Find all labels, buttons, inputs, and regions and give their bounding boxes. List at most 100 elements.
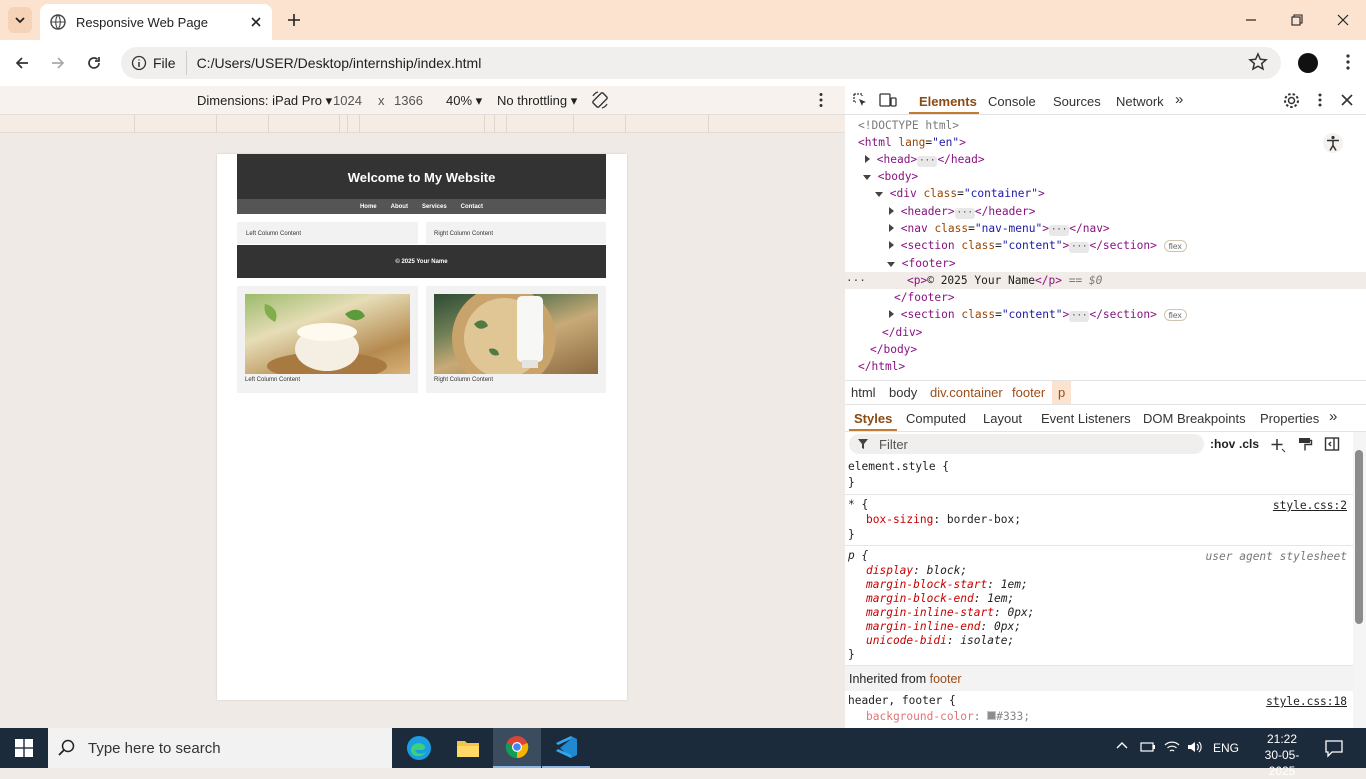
show-hidden-icons[interactable]	[1116, 740, 1128, 752]
media-query-ruler[interactable]	[0, 115, 845, 133]
css-property[interactable]: margin-inline-end: 0px;	[866, 620, 1021, 634]
reload-button[interactable]	[82, 51, 106, 75]
header-node[interactable]: <header> ··· </header>	[889, 203, 1036, 220]
css-property[interactable]: margin-block-start: 1em;	[866, 578, 1028, 592]
html-node[interactable]: <html lang="en">	[858, 134, 966, 151]
more-tabs-icon[interactable]: »	[1175, 91, 1183, 108]
device-toolbar-icon[interactable]	[879, 92, 897, 108]
clock[interactable]: 21:22 30-05-2025	[1252, 731, 1312, 779]
vscode-taskbar-icon[interactable]	[542, 728, 590, 768]
url-text[interactable]: C:/Users/USER/Desktop/internship/index.h…	[197, 55, 482, 71]
throttling-select[interactable]: No throttling ▾	[497, 93, 577, 109]
browser-tab[interactable]: Responsive Web Page	[40, 4, 272, 40]
header-footer-selector[interactable]: header, footer {	[848, 694, 956, 708]
close-icon[interactable]	[1340, 93, 1354, 107]
nav-link-services[interactable]: Services	[422, 204, 447, 210]
selected-dom-row[interactable]: ··· <p>© 2025 Your Name</p> == $0	[845, 272, 1366, 289]
head-node[interactable]: <head> ··· </head>	[865, 151, 985, 168]
nav-link-home[interactable]: Home	[360, 204, 377, 210]
address-bar[interactable]: File C:/Users/USER/Desktop/internship/in…	[121, 47, 1281, 79]
css-property[interactable]: margin-inline-start: 0px;	[866, 606, 1034, 620]
device-select[interactable]: Dimensions: iPad Pro ▾	[197, 93, 332, 109]
color-swatch[interactable]	[987, 711, 997, 720]
body-close-node[interactable]: </body>	[870, 341, 917, 358]
breadcrumb-body[interactable]: body	[889, 385, 917, 400]
css-property[interactable]: unicode-bidi: isolate;	[866, 634, 1014, 648]
tab-event-listeners[interactable]: Event Listeners	[1041, 411, 1131, 426]
edge-taskbar-icon[interactable]	[395, 728, 443, 768]
element-style-selector[interactable]: element.style {	[848, 460, 949, 474]
section-node-2[interactable]: <section class="content"> ··· </section> f…	[889, 306, 1187, 323]
css-property[interactable]: margin-block-end: 1em;	[866, 592, 1014, 606]
scrollbar-thumb[interactable]	[1355, 450, 1363, 624]
universal-selector[interactable]: * {	[848, 498, 868, 512]
accessibility-icon[interactable]	[1322, 132, 1344, 154]
start-button[interactable]	[0, 728, 48, 768]
css-property[interactable]: background-color: #333;	[866, 710, 1030, 724]
bookmark-button[interactable]	[1248, 52, 1268, 72]
hov-toggle[interactable]: :hov	[1210, 437, 1235, 451]
more-vertical-icon[interactable]	[812, 91, 830, 109]
flex-badge[interactable]: flex	[1163, 240, 1187, 252]
gear-icon[interactable]	[1283, 92, 1300, 109]
restore-button[interactable]	[1274, 0, 1320, 40]
back-button[interactable]	[10, 51, 34, 75]
profile-avatar[interactable]	[1298, 53, 1318, 73]
tab-console[interactable]: Console	[988, 94, 1036, 109]
css-property[interactable]: display: block;	[866, 564, 967, 578]
style-source-link[interactable]: style.css:18	[1266, 695, 1347, 708]
breadcrumb-footer[interactable]: footer	[1012, 385, 1045, 400]
forward-button[interactable]	[46, 51, 70, 75]
body-node[interactable]: <body>	[863, 168, 918, 185]
nav-link-about[interactable]: About	[391, 204, 408, 210]
sidebar-toggle-icon[interactable]	[1324, 436, 1340, 452]
tab-search-button[interactable]	[8, 7, 32, 33]
wifi-icon[interactable]	[1164, 740, 1180, 754]
new-tab-button[interactable]	[282, 8, 306, 32]
paint-roller-icon[interactable]	[1297, 436, 1313, 452]
tab-dom-breakpoints[interactable]: DOM Breakpoints	[1143, 411, 1246, 426]
p-node[interactable]: <p>© 2025 Your Name</p> == $0	[907, 272, 1102, 289]
tab-network[interactable]: Network	[1116, 94, 1164, 109]
language-indicator[interactable]: ENG	[1213, 741, 1239, 755]
chrome-taskbar-icon[interactable]	[493, 728, 541, 768]
minimize-button[interactable]	[1228, 0, 1274, 40]
tab-properties[interactable]: Properties	[1260, 411, 1319, 426]
browser-menu-button[interactable]	[1338, 52, 1358, 72]
p-selector[interactable]: p {	[848, 549, 868, 563]
volume-icon[interactable]	[1187, 740, 1203, 754]
footer-close-node[interactable]: </footer>	[894, 289, 955, 306]
breadcrumb-div-container[interactable]: div.container	[930, 385, 1003, 400]
row-actions-icon[interactable]: ···	[846, 272, 866, 289]
battery-icon[interactable]	[1140, 740, 1156, 754]
breadcrumb-p[interactable]: p	[1052, 381, 1072, 404]
css-property[interactable]: box-sizing: border-box;	[866, 513, 1021, 527]
breadcrumb-html[interactable]: html	[851, 385, 876, 400]
close-window-button[interactable]	[1320, 0, 1366, 40]
file-explorer-taskbar-icon[interactable]	[444, 728, 492, 768]
nav-node[interactable]: <nav class="nav-menu"> ··· </nav>	[889, 220, 1110, 237]
html-close-node[interactable]: </html>	[858, 358, 905, 375]
doctype-line[interactable]: <!DOCTYPE html>	[858, 117, 959, 134]
rotate-icon[interactable]	[590, 90, 610, 110]
more-tabs-icon[interactable]: »	[1329, 408, 1337, 425]
nav-link-contact[interactable]: Contact	[461, 204, 483, 210]
tab-elements[interactable]: Elements	[919, 94, 977, 109]
taskbar-search[interactable]: Type here to search	[48, 728, 392, 768]
site-info-chip[interactable]: File	[129, 51, 187, 75]
more-vertical-icon[interactable]	[1312, 92, 1328, 108]
new-rule-icon[interactable]	[1270, 437, 1286, 453]
footer-node[interactable]: <footer>	[887, 255, 956, 272]
styles-scrollbar[interactable]	[1353, 432, 1366, 728]
zoom-select[interactable]: 40% ▾	[446, 93, 482, 109]
styles-filter-input[interactable]: Filter	[849, 434, 1204, 454]
height-input[interactable]: 1366	[394, 93, 423, 108]
inspect-element-icon[interactable]	[852, 92, 868, 108]
div-close-node[interactable]: </div>	[882, 324, 922, 341]
inherited-from-link[interactable]: footer	[930, 672, 962, 686]
cls-toggle[interactable]: .cls	[1239, 437, 1259, 451]
flex-badge[interactable]: flex	[1163, 309, 1187, 321]
tab-computed[interactable]: Computed	[906, 411, 966, 426]
close-icon[interactable]	[250, 16, 262, 28]
tab-styles[interactable]: Styles	[854, 411, 892, 426]
